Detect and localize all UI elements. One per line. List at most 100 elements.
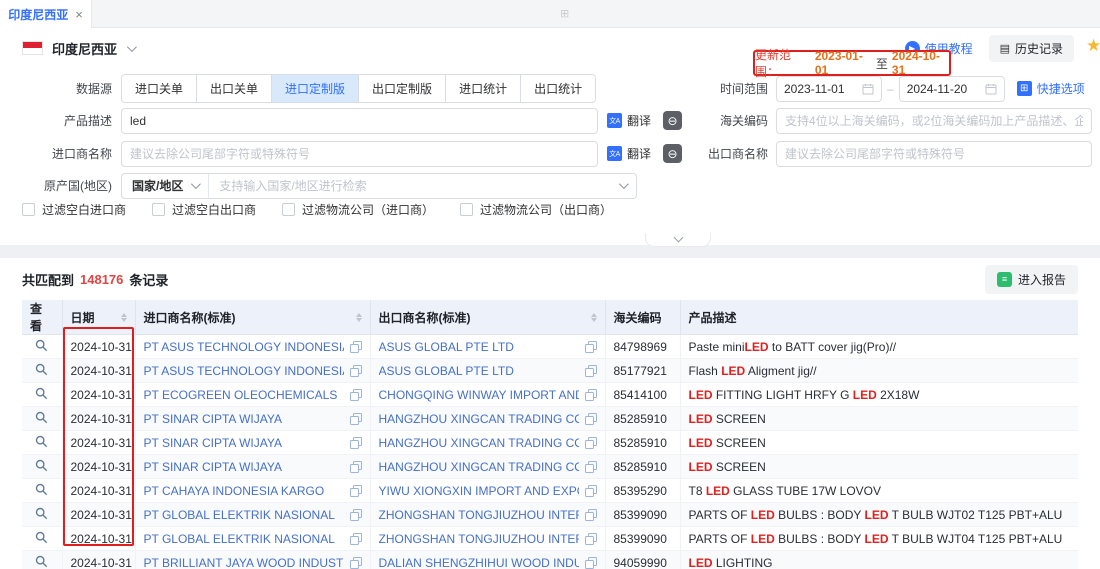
view-icon[interactable] <box>35 339 48 352</box>
translate-button[interactable]: 文A 翻译 <box>607 145 651 162</box>
copy-icon[interactable] <box>350 341 362 353</box>
view-record-button[interactable] <box>22 527 62 551</box>
tab-indonesia[interactable]: 印度尼西亚 × <box>0 0 92 28</box>
copy-icon[interactable] <box>585 557 597 569</box>
view-icon[interactable] <box>35 507 48 520</box>
end-date-input[interactable]: 2024-11-20 <box>899 76 1005 102</box>
datasource-tab-进口统计[interactable]: 进口统计 <box>445 75 520 102</box>
datasource-tab-进口定制版[interactable]: 进口定制版 <box>271 75 358 102</box>
exporter-link[interactable]: ZHONGSHAN TONGJIUZHOU INTERNA... <box>379 532 579 546</box>
translate-button[interactable]: 文A 翻译 <box>607 112 651 129</box>
datasource-tab-出口定制版[interactable]: 出口定制版 <box>358 75 445 102</box>
view-record-button[interactable] <box>22 431 62 455</box>
view-icon[interactable] <box>35 411 48 424</box>
exporter-link[interactable]: HANGZHOU XINGCAN TRADING CO LTD <box>379 460 579 474</box>
copy-icon[interactable] <box>350 533 362 545</box>
copy-icon[interactable] <box>585 413 597 425</box>
importer-link[interactable]: PT ASUS TECHNOLOGY INDONESIA BA... <box>144 364 344 378</box>
tab-overflow-icon[interactable]: ⊞ <box>560 7 569 20</box>
history-button[interactable]: ▤ 历史记录 <box>989 35 1074 62</box>
exporter-link[interactable]: HANGZHOU XINGCAN TRADING CO LTD <box>379 436 579 450</box>
copy-icon[interactable] <box>585 341 597 353</box>
sort-icon[interactable] <box>591 313 597 322</box>
view-record-button[interactable] <box>22 359 62 383</box>
view-icon[interactable] <box>35 531 48 544</box>
exporter-link[interactable]: YIWU XIONGXIN IMPORT AND EXPORT... <box>379 484 579 498</box>
copy-icon[interactable] <box>585 437 597 449</box>
importer-link[interactable]: PT CAHAYA INDONESIA KARGO <box>144 484 344 498</box>
view-icon[interactable] <box>35 555 48 568</box>
filter-checkbox-1[interactable]: 过滤空白出口商 <box>152 201 256 218</box>
exporter-link[interactable]: ZHONGSHAN TONGJIUZHOU INTERNA... <box>379 508 579 522</box>
filter-checkbox-0[interactable]: 过滤空白进口商 <box>22 201 126 218</box>
copy-icon[interactable] <box>585 485 597 497</box>
view-icon[interactable] <box>35 387 48 400</box>
view-record-button[interactable] <box>22 479 62 503</box>
enter-report-button[interactable]: ≡ 进入报告 <box>985 265 1078 294</box>
view-record-button[interactable] <box>22 503 62 527</box>
checkbox-icon[interactable] <box>152 203 165 216</box>
copy-icon[interactable] <box>350 485 362 497</box>
importer-link[interactable]: PT ASUS TECHNOLOGY INDONESIA BA... <box>144 340 344 354</box>
checkbox-icon[interactable] <box>22 203 35 216</box>
copy-icon[interactable] <box>350 437 362 449</box>
datasource-tab-进口关单[interactable]: 进口关单 <box>122 75 196 102</box>
close-icon[interactable]: × <box>75 8 83 21</box>
importer-link[interactable]: PT GLOBAL ELEKTRIK NASIONAL <box>144 532 344 546</box>
view-record-button[interactable] <box>22 455 62 479</box>
exact-match-toggle-icon[interactable]: ⊖ <box>663 111 682 130</box>
datasource-tab-出口关单[interactable]: 出口关单 <box>196 75 271 102</box>
column-header-2[interactable]: 进口商名称(标准) <box>135 300 370 335</box>
exporter-link[interactable]: ASUS GLOBAL PTE LTD <box>379 364 579 378</box>
view-record-button[interactable] <box>22 383 62 407</box>
copy-icon[interactable] <box>585 461 597 473</box>
start-date-input[interactable]: 2023-11-01 <box>776 76 882 102</box>
importer-input[interactable] <box>121 141 598 167</box>
importer-link[interactable]: PT ECOGREEN OLEOCHEMICALS <box>144 388 344 402</box>
exact-match-toggle-icon[interactable]: ⊖ <box>663 144 682 163</box>
exporter-link[interactable]: CHONGQING WINWAY IMPORT AND E... <box>379 388 579 402</box>
view-record-button[interactable] <box>22 335 62 359</box>
view-icon[interactable] <box>35 435 48 448</box>
importer-link[interactable]: PT BRILLIANT JAYA WOOD INDUSTRY <box>144 556 344 569</box>
collapse-panel-handle[interactable] <box>645 233 711 247</box>
filter-checkbox-3[interactable]: 过滤物流公司（出口商） <box>460 201 612 218</box>
copy-icon[interactable] <box>350 557 362 569</box>
copy-icon[interactable] <box>585 365 597 377</box>
view-icon[interactable] <box>35 459 48 472</box>
importer-link[interactable]: PT GLOBAL ELEKTRIK NASIONAL <box>144 508 344 522</box>
exporter-link[interactable]: HANGZHOU XINGCAN TRADING CO LTD <box>379 412 579 426</box>
copy-icon[interactable] <box>585 533 597 545</box>
importer-link[interactable]: PT SINAR CIPTA WIJAYA <box>144 436 344 450</box>
copy-icon[interactable] <box>350 413 362 425</box>
copy-icon[interactable] <box>585 509 597 521</box>
product-desc-input[interactable] <box>121 108 598 134</box>
chevron-down-icon[interactable] <box>619 179 629 189</box>
checkbox-icon[interactable] <box>282 203 295 216</box>
checkbox-icon[interactable] <box>460 203 473 216</box>
chevron-down-icon[interactable] <box>127 42 137 52</box>
origin-select-control[interactable]: 国家/地区 支持输入国家/地区进行检索 <box>121 173 637 199</box>
datasource-tab-出口统计[interactable]: 出口统计 <box>520 75 595 102</box>
filter-checkbox-2[interactable]: 过滤物流公司（进口商） <box>282 201 434 218</box>
quick-options-button[interactable]: ⊞ 快捷选项 <box>1017 80 1085 97</box>
exporter-link[interactable]: DALIAN SHENGZHIHUI WOOD INDUST... <box>379 556 579 569</box>
importer-link[interactable]: PT SINAR CIPTA WIJAYA <box>144 460 344 474</box>
copy-icon[interactable] <box>350 509 362 521</box>
copy-icon[interactable] <box>350 389 362 401</box>
hs-code-input[interactable] <box>776 108 1092 134</box>
column-header-3[interactable]: 出口商名称(标准) <box>370 300 605 335</box>
sort-icon[interactable] <box>121 313 127 322</box>
view-icon[interactable] <box>35 483 48 496</box>
column-header-1[interactable]: 日期 <box>62 300 135 335</box>
origin-type-select[interactable]: 国家/地区 <box>122 174 209 198</box>
sort-icon[interactable] <box>356 313 362 322</box>
view-record-button[interactable] <box>22 407 62 431</box>
importer-link[interactable]: PT SINAR CIPTA WIJAYA <box>144 412 344 426</box>
view-record-button[interactable] <box>22 551 62 569</box>
copy-icon[interactable] <box>350 365 362 377</box>
copy-icon[interactable] <box>350 461 362 473</box>
exporter-input[interactable] <box>776 141 1092 167</box>
view-icon[interactable] <box>35 363 48 376</box>
exporter-link[interactable]: ASUS GLOBAL PTE LTD <box>379 340 579 354</box>
